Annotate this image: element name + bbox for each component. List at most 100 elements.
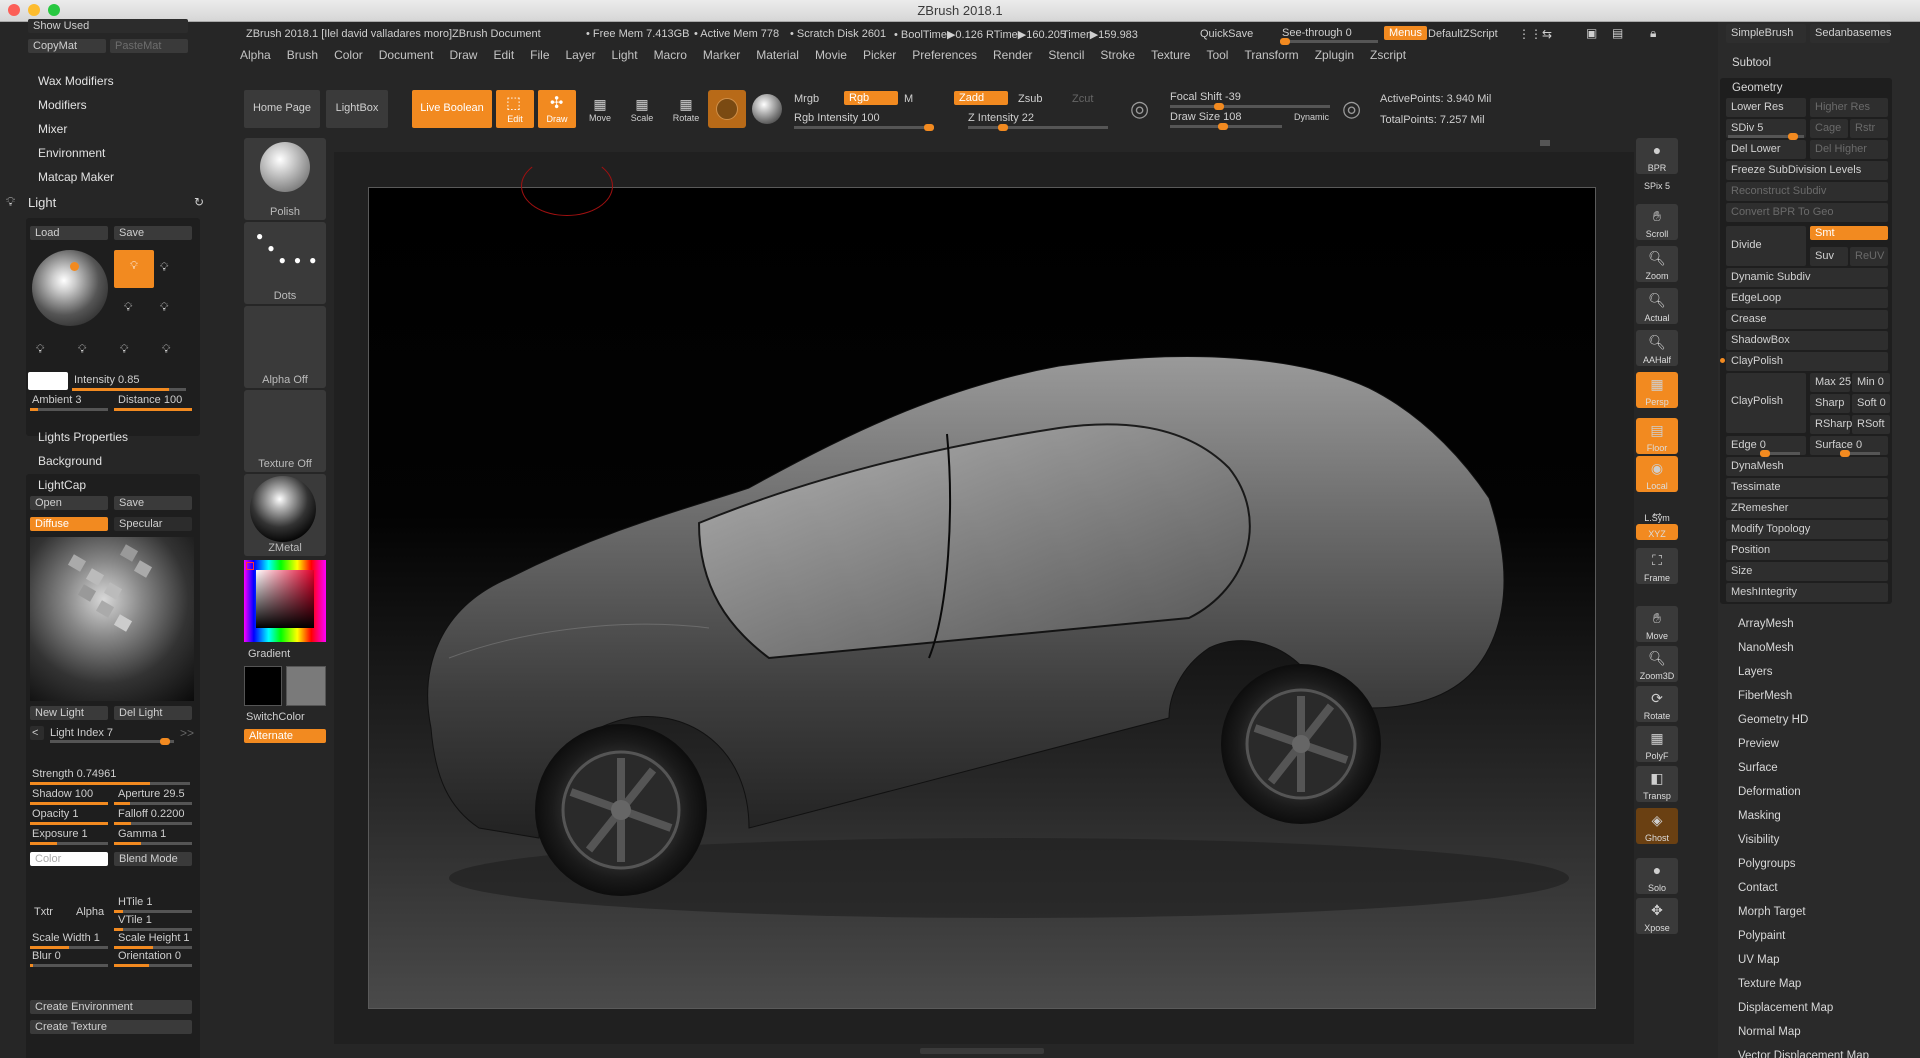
- lightcap-light-marker[interactable]: [119, 544, 139, 562]
- material-button[interactable]: [708, 90, 746, 128]
- scale-width-slider[interactable]: Scale Width 1: [32, 932, 100, 944]
- distance-slider[interactable]: Distance 100: [118, 394, 182, 406]
- section-layers[interactable]: Layers: [1738, 666, 1773, 678]
- soft-slider[interactable]: Soft 0: [1852, 394, 1890, 413]
- menu-edit[interactable]: Edit: [493, 48, 514, 62]
- max-slider[interactable]: Max 25: [1810, 373, 1851, 392]
- shelf-xpose-button[interactable]: ✥ Xpose: [1636, 898, 1678, 934]
- light-slot-3-icon[interactable]: 💡︎: [124, 300, 132, 315]
- section-visibility[interactable]: Visibility: [1738, 834, 1779, 846]
- lightcap-section[interactable]: LightCap: [38, 478, 86, 492]
- edit-button[interactable]: ⬚ Edit: [496, 90, 534, 128]
- section-surface[interactable]: Surface: [1738, 762, 1778, 774]
- light-save-button[interactable]: Save: [114, 226, 192, 240]
- meshintegrity-button[interactable]: MeshIntegrity: [1726, 583, 1888, 602]
- subtool-section[interactable]: Subtool: [1732, 57, 1771, 69]
- default-zscript-button[interactable]: DefaultZScript: [1428, 28, 1498, 40]
- viewport-canvas[interactable]: [368, 156, 1597, 1010]
- light-color-swatch[interactable]: [28, 372, 68, 390]
- lightcap-light-marker[interactable]: [133, 560, 153, 578]
- shelf-local-button[interactable]: ◉ Local: [1636, 456, 1678, 492]
- gamma-slider[interactable]: Gamma 1: [118, 828, 166, 840]
- txtr-button[interactable]: Txtr: [34, 906, 53, 918]
- shelf-move-button[interactable]: ✋︎ Move: [1636, 606, 1678, 642]
- menu-marker[interactable]: Marker: [703, 48, 740, 62]
- create-texture-button[interactable]: Create Texture: [30, 1020, 192, 1034]
- arrows-icon[interactable]: ⇆: [1542, 27, 1552, 41]
- section-fibermesh[interactable]: FiberMesh: [1738, 690, 1792, 702]
- diffuse-button[interactable]: Diffuse: [30, 517, 108, 531]
- min-slider[interactable]: Min 0: [1852, 373, 1890, 392]
- quicksave-button[interactable]: QuickSave: [1200, 28, 1253, 40]
- lightcap-color-swatch[interactable]: Color: [30, 852, 108, 866]
- shelf-bpr-button[interactable]: ● BPR: [1636, 138, 1678, 174]
- light-index-slider[interactable]: Light Index 7: [50, 727, 113, 739]
- menu-material[interactable]: Material: [756, 48, 799, 62]
- dynamesh-button[interactable]: DynaMesh: [1726, 457, 1888, 476]
- shelf-l-sym-button[interactable]: ↔ L.Sym: [1636, 500, 1678, 524]
- focal-shift-track[interactable]: [1170, 103, 1330, 110]
- aperture-track[interactable]: [114, 802, 192, 805]
- layout-icon[interactable]: ▣: [1586, 26, 1597, 40]
- shelf-spix-5-button[interactable]: SPix 5: [1636, 180, 1678, 192]
- htile-slider[interactable]: HTile 1: [118, 896, 152, 908]
- home-page-button[interactable]: Home Page: [244, 90, 320, 128]
- shelf-frame-button[interactable]: ⛶ Frame: [1636, 548, 1678, 584]
- section-morph-target[interactable]: Morph Target: [1738, 906, 1806, 918]
- see-through-track[interactable]: [1280, 38, 1378, 45]
- lightcap-preview[interactable]: [30, 537, 194, 701]
- crease-button[interactable]: Crease: [1726, 310, 1888, 329]
- polish-brush-thumbnail[interactable]: Polish: [244, 138, 326, 220]
- menu-zplugin[interactable]: Zplugin: [1315, 48, 1354, 62]
- section-uv-map[interactable]: UV Map: [1738, 954, 1780, 966]
- tessimate-button[interactable]: Tessimate: [1726, 478, 1888, 497]
- rsoft-slider[interactable]: RSoft: [1852, 415, 1890, 434]
- car-model[interactable]: [369, 188, 1597, 1010]
- rotate-button[interactable]: ▦ Rotate: [666, 96, 706, 123]
- menu-brush[interactable]: Brush: [287, 48, 318, 62]
- mixer-section[interactable]: Mixer: [38, 122, 67, 136]
- shadow-slider[interactable]: Shadow 100: [32, 788, 93, 800]
- shelf-solo-button[interactable]: ● Solo: [1636, 858, 1678, 894]
- light-index-track[interactable]: [50, 738, 174, 745]
- edge-track[interactable]: [1760, 450, 1800, 457]
- exposure-track[interactable]: [30, 842, 108, 845]
- subtool-simplebrush[interactable]: SimpleBrush: [1726, 24, 1806, 43]
- color-picker-marker[interactable]: [246, 562, 254, 570]
- draw-button[interactable]: ✣ Draw: [538, 90, 576, 128]
- scale-height-track[interactable]: [114, 946, 192, 949]
- lightcap-light-marker[interactable]: [67, 554, 87, 572]
- falloff-track[interactable]: [114, 822, 192, 825]
- lock-icon[interactable]: 🔒︎: [1650, 26, 1656, 41]
- exposure-slider[interactable]: Exposure 1: [32, 828, 88, 840]
- modify-topology-button[interactable]: Modify Topology: [1726, 520, 1888, 539]
- light-palette-title[interactable]: Light: [28, 195, 56, 210]
- lightcap-light-marker[interactable]: [85, 568, 105, 586]
- new-light-button[interactable]: New Light: [30, 706, 108, 720]
- reuv-button[interactable]: ReUV: [1850, 247, 1888, 266]
- material-thumbnail[interactable]: ZMetal: [244, 474, 326, 556]
- claypolish-toggle[interactable]: ClayPolish: [1726, 352, 1888, 371]
- section-deformation[interactable]: Deformation: [1738, 786, 1801, 798]
- pastemat-button[interactable]: PasteMat: [110, 39, 188, 53]
- section-polypaint[interactable]: Polypaint: [1738, 930, 1785, 942]
- scale-button[interactable]: ▦ Scale: [624, 96, 660, 123]
- section-masking[interactable]: Masking: [1738, 810, 1781, 822]
- dynamic-subdiv-button[interactable]: Dynamic Subdiv: [1726, 268, 1888, 287]
- dynamic-button[interactable]: Dynamic: [1294, 112, 1329, 122]
- main-color-swatch[interactable]: [244, 666, 282, 706]
- vtile-slider[interactable]: VTile 1: [118, 914, 152, 926]
- reconstruct-subdiv-button[interactable]: Reconstruct Subdiv: [1726, 182, 1888, 201]
- gamma-track[interactable]: [114, 842, 192, 845]
- lightcap-light-marker[interactable]: [103, 582, 123, 600]
- claypolish-button[interactable]: ClayPolish: [1726, 373, 1806, 433]
- texture-thumbnail[interactable]: Texture Off: [244, 390, 326, 472]
- orientation-slider[interactable]: Orientation 0: [118, 950, 181, 962]
- specular-button[interactable]: Specular: [114, 517, 192, 531]
- strength-slider[interactable]: Strength 0.74961: [32, 768, 116, 780]
- light-slot-6-icon[interactable]: 💡︎: [78, 342, 86, 357]
- shelf-scroll-button[interactable]: ✋︎ Scroll: [1636, 204, 1678, 240]
- secondary-color-swatch[interactable]: [286, 666, 326, 706]
- lightcap-light-marker[interactable]: [113, 614, 133, 632]
- del-higher-button[interactable]: Del Higher: [1810, 140, 1888, 159]
